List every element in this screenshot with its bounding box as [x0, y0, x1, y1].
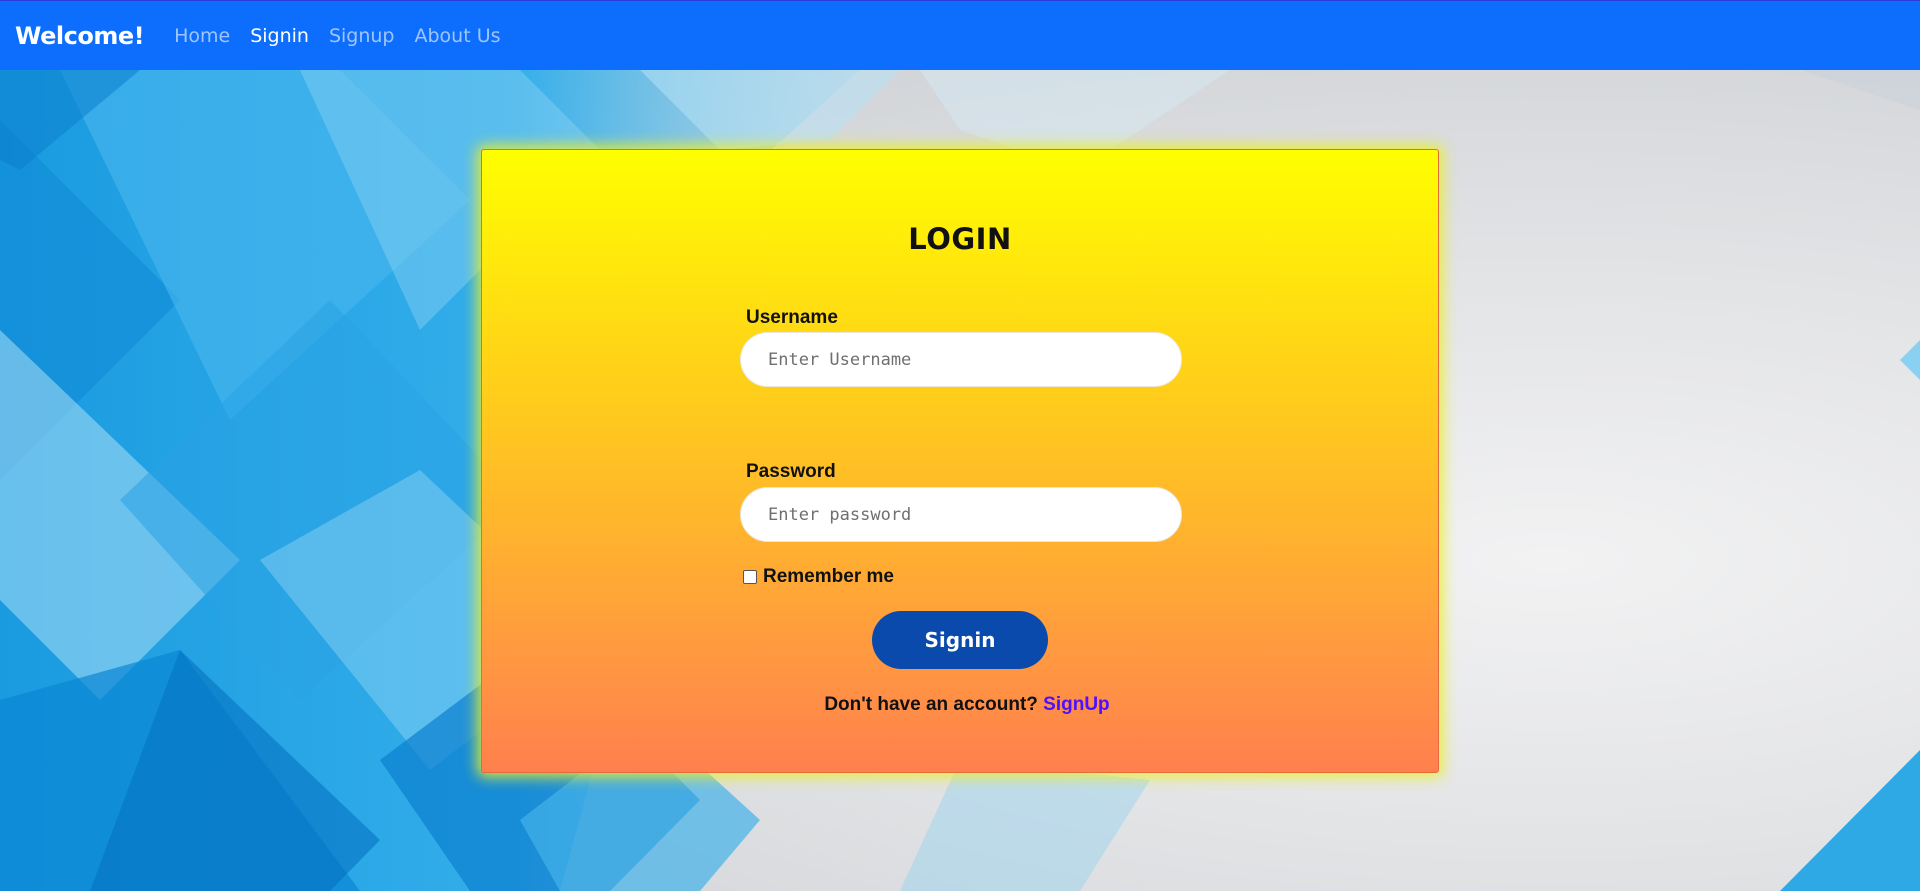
nav-link-signin[interactable]: Signin — [250, 25, 309, 47]
top-navbar: Welcome! Home Signin Signup About Us — [0, 0, 1920, 70]
nav-link-signup[interactable]: Signup — [329, 25, 395, 47]
remember-me-row: Remember me — [743, 566, 894, 588]
nav-links: Home Signin Signup About Us — [174, 25, 520, 47]
signup-prompt-row: Don't have an account? SignUp — [482, 694, 1438, 716]
signup-prompt-text: Don't have an account? — [824, 694, 1038, 715]
signup-link[interactable]: SignUp — [1043, 694, 1110, 715]
remember-me-checkbox[interactable] — [743, 570, 757, 584]
username-label: Username — [746, 307, 838, 328]
nav-link-about-us[interactable]: About Us — [415, 25, 501, 47]
login-card: LOGIN Username Password Remember me Sign… — [481, 149, 1439, 773]
nav-link-home[interactable]: Home — [174, 25, 230, 47]
username-input[interactable] — [740, 332, 1182, 387]
signin-button[interactable]: Signin — [872, 611, 1048, 669]
login-title: LOGIN — [908, 222, 1012, 256]
password-input[interactable] — [740, 487, 1182, 542]
password-label: Password — [746, 461, 836, 482]
brand-logo[interactable]: Welcome! — [15, 22, 145, 50]
remember-me-label[interactable]: Remember me — [763, 566, 894, 588]
